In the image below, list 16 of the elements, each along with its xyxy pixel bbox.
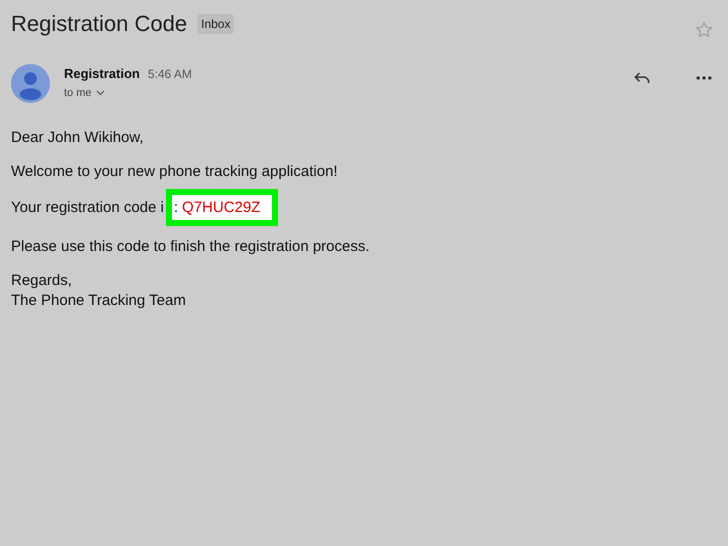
sent-time: 5:46 AM	[148, 67, 192, 81]
colon-text: :	[172, 199, 178, 216]
instruction-text: Please use this code to finish the registration process.	[11, 238, 371, 255]
code-intro-text: Your registration code i	[11, 199, 164, 216]
welcome-text: Welcome to your new phone tracking application!	[11, 163, 339, 180]
star-icon[interactable]	[694, 20, 714, 40]
chevron-down-icon	[96, 90, 105, 96]
greeting-text: Dear John Wikihow,	[11, 129, 145, 146]
signature-text: The Phone Tracking Team	[11, 292, 187, 309]
email-subject: Registration Code	[11, 11, 188, 37]
sender-name: Registration	[64, 66, 140, 81]
recipient-button[interactable]: to me	[64, 87, 192, 99]
avatar-icon	[11, 64, 50, 103]
inbox-label[interactable]: Inbox	[197, 14, 234, 34]
closing-text: Regards,	[11, 272, 73, 289]
registration-code: Q7HUC29Z	[182, 199, 260, 216]
